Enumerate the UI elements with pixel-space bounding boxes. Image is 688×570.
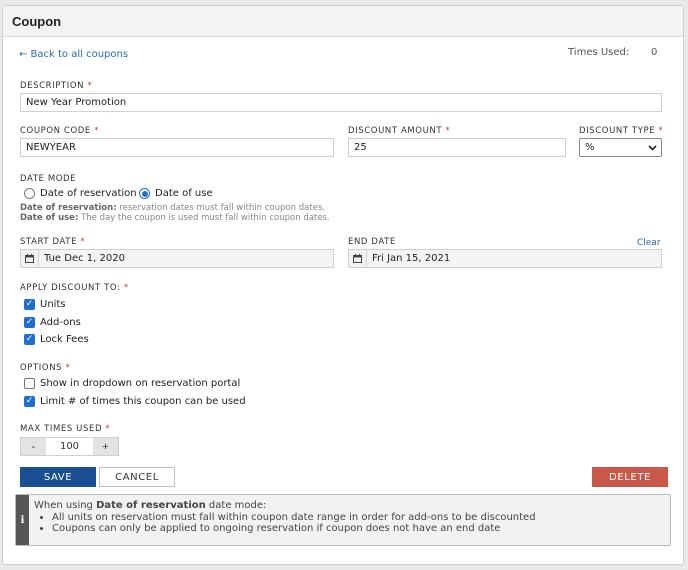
radio-reservation-label: Date of reservation: [40, 188, 137, 199]
checkbox-show-dropdown[interactable]: [24, 378, 35, 389]
discount-amount-input[interactable]: 25: [348, 138, 566, 157]
times-used-value: 0: [651, 47, 658, 58]
end-date-value: Fri Jan 15, 2021: [372, 253, 451, 264]
end-date-label: END DATE: [348, 237, 396, 247]
apply-units-label: Units: [40, 299, 66, 310]
page-title: Coupon: [12, 13, 62, 29]
back-to-coupons-link[interactable]: ← Back to all coupons: [19, 49, 128, 60]
calendar-icon: [349, 250, 367, 267]
apply-discount-label: APPLY DISCOUNT TO: *: [20, 283, 129, 293]
radio-use[interactable]: [139, 188, 150, 199]
times-used-label: Times Used:: [568, 47, 630, 58]
discount-type-value: %: [585, 142, 595, 153]
radio-use-label: Date of use: [155, 188, 213, 199]
calendar-icon: [21, 250, 39, 267]
help-use-text: The day the coupon is used must fall wit…: [81, 213, 330, 223]
date-mode-option-reservation[interactable]: Date of reservation: [24, 188, 137, 199]
coupon-code-input[interactable]: NEWYEAR: [20, 138, 334, 157]
max-times-input[interactable]: 100: [46, 438, 93, 455]
check-icon[interactable]: ✓: [24, 396, 35, 407]
help-reservation-term: Date of reservation:: [20, 203, 117, 213]
decrement-button[interactable]: -: [21, 438, 46, 455]
cancel-button[interactable]: CANCEL: [99, 467, 175, 487]
info-icon: i: [16, 495, 29, 545]
delete-button[interactable]: DELETE: [592, 467, 668, 487]
date-mode-help: Date of reservation: reservation dates m…: [20, 203, 330, 223]
increment-button[interactable]: +: [93, 438, 118, 455]
note-bullet: Coupons can only be applied to ongoing r…: [52, 523, 536, 535]
date-mode-option-use[interactable]: Date of use: [139, 188, 213, 199]
max-times-stepper: - 100 +: [20, 437, 119, 456]
apply-lockfees-checkbox-row[interactable]: ✓ Lock Fees: [24, 334, 89, 345]
info-note-text: When using Date of reservation date mode…: [34, 500, 536, 534]
apply-addons-label: Add-ons: [40, 317, 81, 328]
end-date-input[interactable]: Fri Jan 15, 2021: [348, 249, 662, 268]
option-show-dropdown-label: Show in dropdown on reservation portal: [40, 378, 241, 389]
note-mode: Date of reservation: [96, 500, 206, 511]
apply-addons-checkbox-row[interactable]: ✓ Add-ons: [24, 317, 81, 328]
apply-lockfees-label: Lock Fees: [40, 334, 89, 345]
clear-end-date-link[interactable]: Clear: [637, 238, 661, 248]
options-label: OPTIONS *: [20, 363, 71, 373]
discount-type-select[interactable]: %: [579, 138, 662, 157]
help-use-term: Date of use:: [20, 213, 79, 223]
check-icon[interactable]: ✓: [24, 299, 35, 310]
max-times-label: MAX TIMES USED *: [20, 424, 111, 434]
option-limit-times-row[interactable]: ✓ Limit # of times this coupon can be us…: [24, 396, 246, 407]
description-input[interactable]: New Year Promotion: [20, 93, 662, 112]
check-icon[interactable]: ✓: [24, 334, 35, 345]
option-limit-times-label: Limit # of times this coupon can be used: [40, 396, 246, 407]
save-button[interactable]: SAVE: [20, 467, 96, 487]
start-date-label: START DATE *: [20, 237, 86, 247]
discount-type-label: DISCOUNT TYPE *: [579, 126, 664, 136]
note-intro: When using: [34, 500, 93, 511]
start-date-input[interactable]: Tue Dec 1, 2020: [20, 249, 334, 268]
chevron-down-icon: [648, 144, 657, 151]
option-show-dropdown-row[interactable]: Show in dropdown on reservation portal: [24, 378, 240, 389]
note-suffix: date mode:: [208, 500, 267, 511]
description-label: DESCRIPTION *: [20, 81, 93, 91]
date-mode-info-note: i When using Date of reservation date mo…: [15, 494, 671, 546]
check-icon[interactable]: ✓: [24, 317, 35, 328]
panel-header: Coupon: [3, 6, 683, 37]
radio-reservation[interactable]: [24, 188, 35, 199]
coupon-code-label: COUPON CODE *: [20, 126, 100, 136]
discount-amount-label: DISCOUNT AMOUNT *: [348, 126, 451, 136]
date-mode-label: DATE MODE: [20, 174, 77, 184]
coupon-panel: Coupon ← Back to all coupons Times Used:…: [2, 5, 684, 565]
note-bullet: All units on reservation must fall withi…: [52, 512, 536, 524]
help-reservation-text: reservation dates must fall within coupo…: [119, 203, 325, 213]
start-date-value: Tue Dec 1, 2020: [44, 253, 125, 264]
apply-units-checkbox-row[interactable]: ✓ Units: [24, 299, 66, 310]
